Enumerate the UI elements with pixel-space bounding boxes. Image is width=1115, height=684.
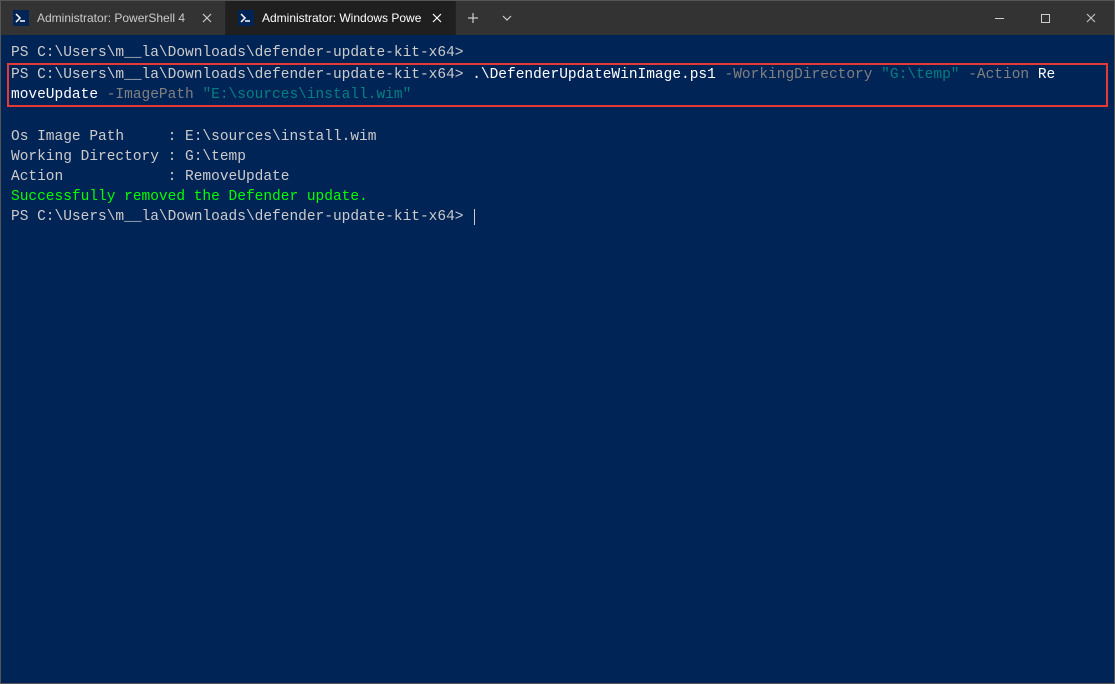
highlighted-command: PS C:\Users\m__la\Downloads\defender-upd… bbox=[7, 63, 1108, 107]
cmd-param: -ImagePath bbox=[107, 87, 194, 103]
powershell-icon bbox=[13, 10, 29, 26]
prompt: PS C:\Users\m__la\Downloads\defender-upd… bbox=[11, 67, 463, 83]
maximize-button[interactable] bbox=[1022, 1, 1068, 35]
close-icon[interactable] bbox=[199, 10, 215, 26]
close-button[interactable] bbox=[1068, 1, 1114, 35]
tab-windows-powershell[interactable]: Administrator: Windows PowerS bbox=[226, 1, 456, 35]
output-line: Working Directory : G:\temp bbox=[11, 149, 246, 165]
cmd-value: "E:\sources\install.wim" bbox=[202, 87, 411, 103]
close-icon[interactable] bbox=[429, 10, 445, 26]
output-line: Action : RemoveUpdate bbox=[11, 169, 289, 185]
powershell-icon bbox=[238, 10, 254, 26]
prompt: PS C:\Users\m__la\Downloads\defender-upd… bbox=[11, 209, 463, 225]
tab-label: Administrator: PowerShell 4 bbox=[37, 11, 191, 25]
tab-dropdown-button[interactable] bbox=[490, 1, 524, 35]
terminal-body[interactable]: PS C:\Users\m__la\Downloads\defender-upd… bbox=[1, 35, 1114, 683]
cmd-value: Re bbox=[1038, 67, 1055, 83]
new-tab-button[interactable] bbox=[456, 1, 490, 35]
tab-powershell-4[interactable]: Administrator: PowerShell 4 bbox=[1, 1, 226, 35]
titlebar: Administrator: PowerShell 4 Administrato… bbox=[1, 1, 1114, 35]
terminal-window: Administrator: PowerShell 4 Administrato… bbox=[0, 0, 1115, 684]
cmd-value: "G:\temp" bbox=[881, 67, 959, 83]
tab-label: Administrator: Windows PowerS bbox=[262, 11, 421, 25]
prompt: PS C:\Users\m__la\Downloads\defender-upd… bbox=[11, 45, 463, 61]
cmd-value: moveUpdate bbox=[11, 87, 98, 103]
minimize-button[interactable] bbox=[976, 1, 1022, 35]
cmd-param: -WorkingDirectory bbox=[725, 67, 873, 83]
cursor bbox=[474, 209, 475, 225]
cmd-param: -Action bbox=[968, 67, 1029, 83]
output-line: Os Image Path : E:\sources\install.wim bbox=[11, 129, 376, 145]
cmd-script: .\DefenderUpdateWinImage.ps1 bbox=[472, 67, 716, 83]
tabs-area: Administrator: PowerShell 4 Administrato… bbox=[1, 1, 976, 35]
window-controls bbox=[976, 1, 1114, 35]
success-message: Successfully removed the Defender update… bbox=[11, 189, 368, 205]
